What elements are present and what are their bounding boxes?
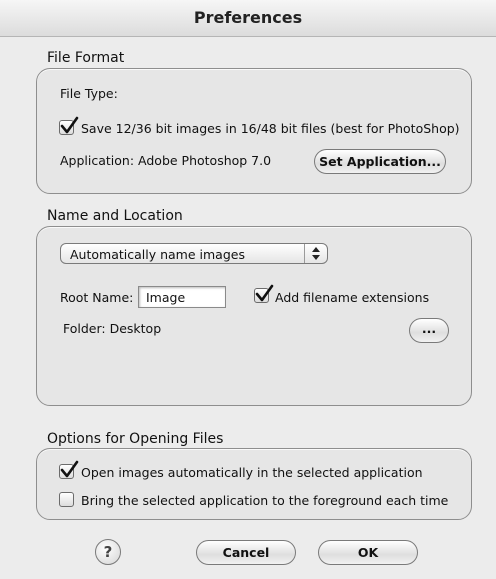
opening-options-group <box>36 448 472 520</box>
title-bar[interactable]: Preferences <box>0 0 496 37</box>
open-automatically-checkbox[interactable] <box>59 460 79 479</box>
add-extensions-checkbox[interactable] <box>254 284 274 303</box>
window-title: Preferences <box>193 8 303 27</box>
bring-foreground-label[interactable]: Bring the selected application to the fo… <box>81 493 448 508</box>
help-button[interactable]: ? <box>95 539 121 565</box>
application-label: Application: Adobe Photoshop 7.0 <box>60 153 272 168</box>
save-16bit-label[interactable]: Save 12/36 bit images in 16/48 bit files… <box>81 121 460 136</box>
browse-folder-button[interactable]: ... <box>409 318 449 343</box>
file-format-heading: File Format <box>47 50 125 66</box>
folder-label: Folder: Desktop <box>63 321 162 336</box>
cancel-button[interactable]: Cancel <box>196 540 296 565</box>
checkmark-icon <box>255 284 274 302</box>
save-16bit-checkbox[interactable] <box>59 116 79 135</box>
root-name-input[interactable]: Image <box>138 286 226 308</box>
naming-mode-value: Automatically name images <box>70 247 245 262</box>
checkmark-icon <box>60 116 79 134</box>
set-application-button[interactable]: Set Application... <box>314 149 446 174</box>
add-extensions-label[interactable]: Add filename extensions <box>275 290 429 305</box>
naming-mode-popup[interactable]: Automatically name images <box>60 243 328 264</box>
bring-foreground-checkbox[interactable] <box>59 492 74 507</box>
open-automatically-label[interactable]: Open images automatically in the selecte… <box>81 465 423 480</box>
root-name-value: Image <box>146 290 186 305</box>
file-type-label: File Type: <box>60 86 118 101</box>
name-location-heading: Name and Location <box>47 208 183 224</box>
checkmark-icon <box>60 460 79 478</box>
popup-arrows-icon <box>304 244 327 263</box>
opening-options-heading: Options for Opening Files <box>47 431 224 447</box>
ok-button[interactable]: OK <box>318 540 418 565</box>
preferences-window: Preferences File Format File Type: Save … <box>0 0 496 579</box>
root-name-label: Root Name: <box>60 290 134 305</box>
